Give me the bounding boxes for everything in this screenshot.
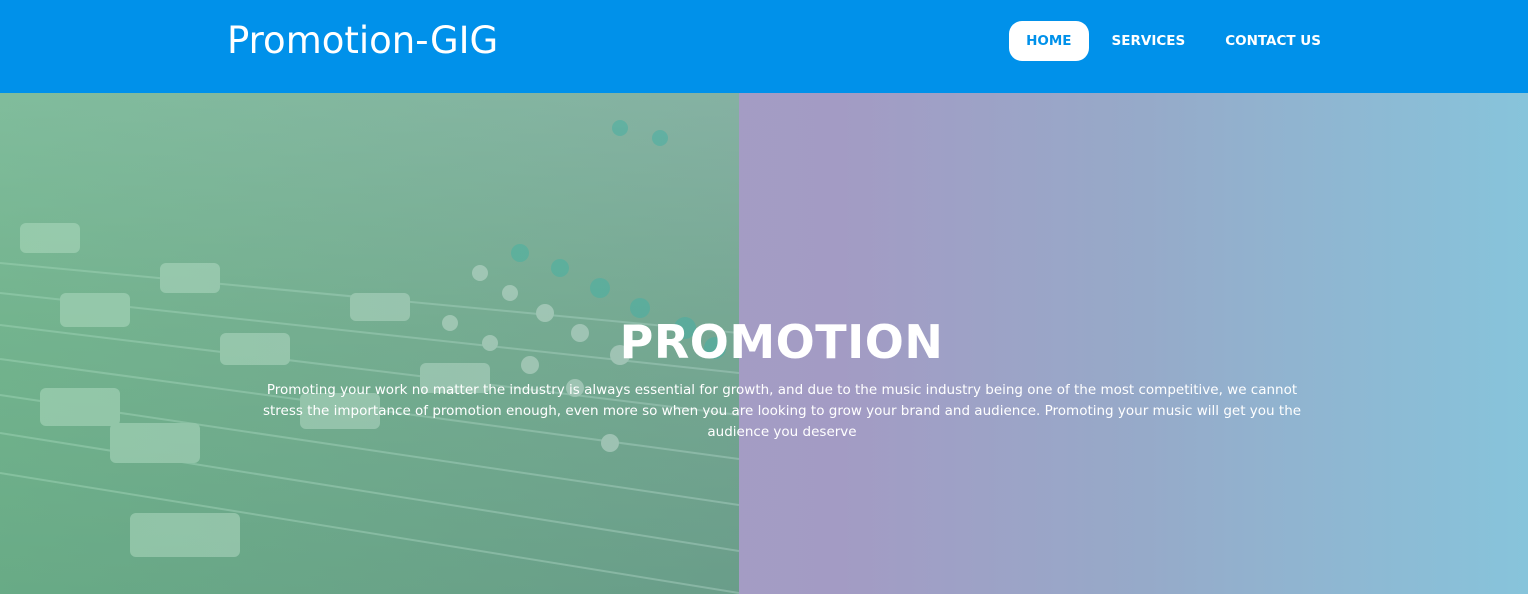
nav-contact-us[interactable]: CONTACT US	[1208, 21, 1338, 61]
hero-title: PROMOTION	[619, 314, 944, 369]
brand-logo[interactable]: Promotion-GIG	[227, 19, 498, 63]
main-nav: HOME SERVICES CONTACT US	[1009, 21, 1338, 61]
nav-home[interactable]: HOME	[1009, 21, 1089, 61]
nav-services[interactable]: SERVICES	[1095, 21, 1203, 61]
navbar: Promotion-GIG HOME SERVICES CONTACT US	[0, 0, 1528, 93]
hero-description: Promoting your work no matter the indust…	[262, 381, 1302, 440]
hero-section: PROMOTION Promoting your work no matter …	[0, 93, 1528, 594]
